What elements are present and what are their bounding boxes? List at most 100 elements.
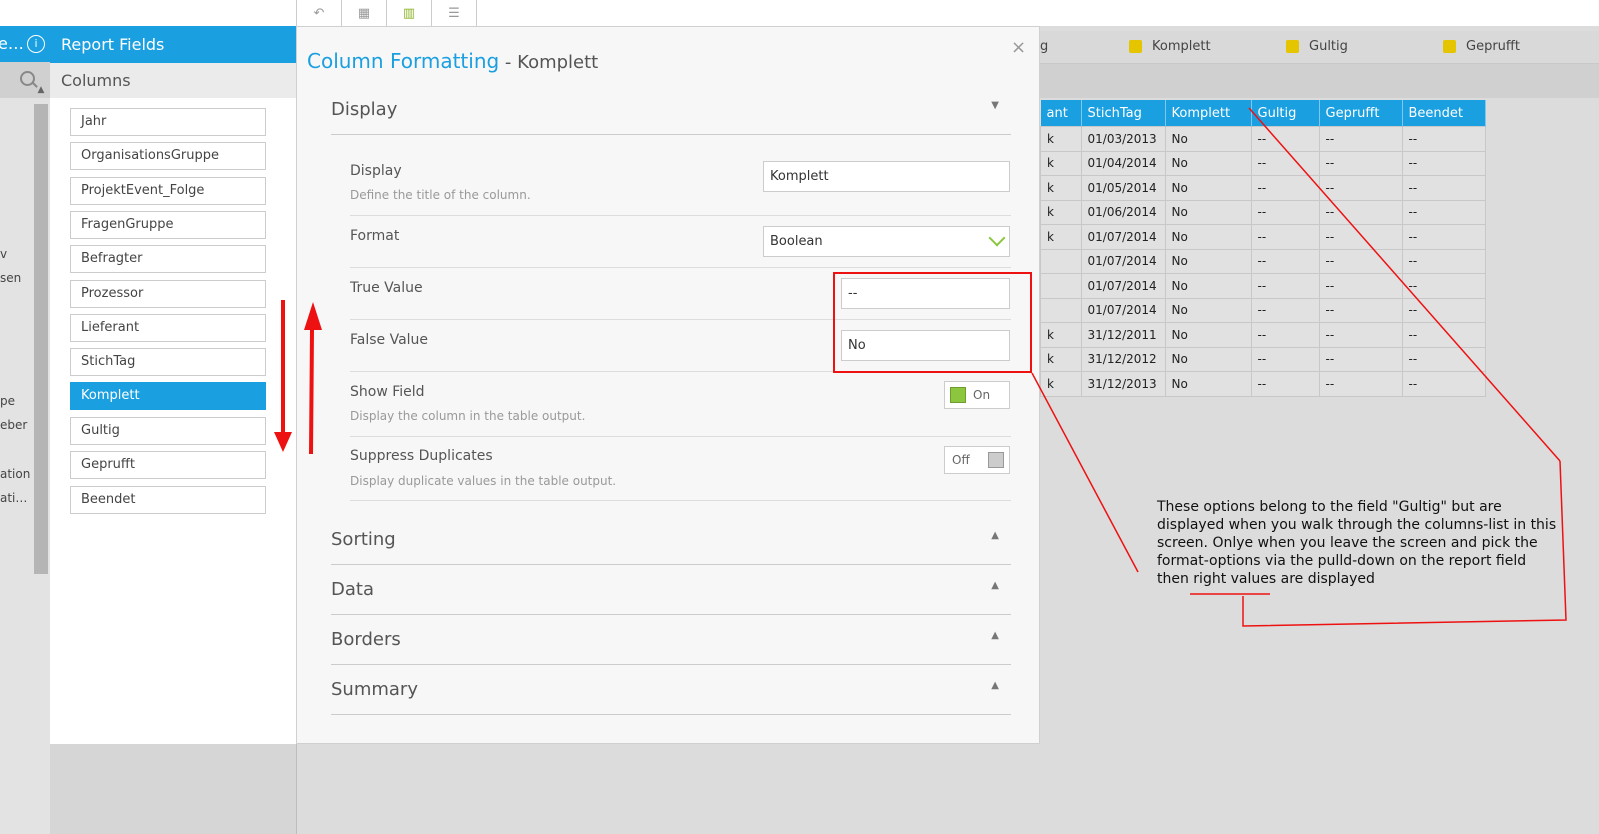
table-cell[interactable]: -- <box>1318 224 1403 250</box>
table-cell[interactable]: -- <box>1250 322 1320 348</box>
table-cell[interactable]: -- <box>1250 175 1320 201</box>
table-cell[interactable]: No <box>1164 273 1252 299</box>
field-item-stichtag[interactable]: StichTag <box>70 348 266 376</box>
table-cell[interactable]: -- <box>1318 150 1403 176</box>
field-item-lieferant[interactable]: Lieferant <box>70 314 266 342</box>
section-data[interactable]: Data ▲ <box>331 565 1011 615</box>
table-cell[interactable] <box>1040 248 1082 274</box>
table-cell[interactable]: -- <box>1318 273 1403 299</box>
field-item-befragter[interactable]: Befragter <box>70 245 266 273</box>
field-item-prozessor[interactable]: Prozessor <box>70 280 266 308</box>
table-cell[interactable]: -- <box>1401 322 1486 348</box>
field-item-fragengruppe[interactable]: FragenGruppe <box>70 211 266 239</box>
field-item-projektevent-folge[interactable]: ProjektEvent_Folge <box>70 177 266 205</box>
table-cell[interactable]: -- <box>1401 248 1486 274</box>
info-icon[interactable]: i <box>27 35 45 53</box>
field-item-jahr[interactable]: Jahr <box>70 108 266 136</box>
table-cell[interactable]: 01/03/2013 <box>1080 126 1166 152</box>
column-header[interactable]: ant <box>1040 100 1082 127</box>
table-cell[interactable]: 31/12/2013 <box>1080 371 1166 397</box>
table-cell[interactable]: -- <box>1401 150 1486 176</box>
section-summary[interactable]: Summary ▲ <box>331 665 1011 715</box>
table-cell[interactable]: No <box>1164 224 1252 250</box>
field-item-gultig[interactable]: Gultig <box>70 417 266 445</box>
table-cell[interactable]: -- <box>1401 297 1486 323</box>
table-cell[interactable]: 01/07/2014 <box>1080 273 1166 299</box>
table-cell[interactable]: -- <box>1250 199 1320 225</box>
table-cell[interactable]: -- <box>1401 126 1486 152</box>
table-cell[interactable] <box>1040 273 1082 299</box>
field-item-komplett[interactable]: Komplett <box>70 382 266 410</box>
table-cell[interactable]: -- <box>1250 224 1320 250</box>
table-cell[interactable]: No <box>1164 371 1252 397</box>
show-field-toggle[interactable]: On <box>944 381 1010 409</box>
table-cell[interactable]: 01/07/2014 <box>1080 248 1166 274</box>
table-cell[interactable]: 31/12/2011 <box>1080 322 1166 348</box>
undo-button[interactable]: ↶ <box>296 0 342 26</box>
field-item-organisationsgruppe[interactable]: OrganisationsGruppe <box>70 142 266 170</box>
column-header[interactable]: Geprufft <box>1319 100 1403 127</box>
scroll-up-icon[interactable]: ▲ <box>34 80 48 100</box>
table-cell[interactable]: 01/04/2014 <box>1080 150 1166 176</box>
table-cell[interactable]: -- <box>1318 126 1403 152</box>
table-cell[interactable]: 01/05/2014 <box>1080 175 1166 201</box>
table-cell[interactable]: 01/07/2014 <box>1080 224 1166 250</box>
table-cell[interactable]: -- <box>1250 346 1320 372</box>
table-cell[interactable]: -- <box>1318 175 1403 201</box>
table-cell[interactable]: -- <box>1401 224 1486 250</box>
table-cell[interactable]: 01/07/2014 <box>1080 297 1166 323</box>
columns-header[interactable]: Columns <box>50 63 296 98</box>
table-cell[interactable]: -- <box>1250 150 1320 176</box>
table-cell[interactable]: -- <box>1250 297 1320 323</box>
table-cell[interactable]: -- <box>1250 273 1320 299</box>
table-cell[interactable]: -- <box>1318 346 1403 372</box>
format-select[interactable]: Boolean <box>763 226 1010 257</box>
table-cell[interactable]: -- <box>1318 248 1403 274</box>
table-cell[interactable]: No <box>1164 322 1252 348</box>
table-view-button[interactable]: ▦ <box>341 0 387 26</box>
column-header[interactable]: StichTag <box>1081 100 1166 127</box>
table-cell[interactable]: k <box>1040 126 1082 152</box>
table-cell[interactable]: No <box>1164 150 1252 176</box>
field-item-beendet[interactable]: Beendet <box>70 486 266 514</box>
table-cell[interactable]: k <box>1040 371 1082 397</box>
table-cell[interactable]: -- <box>1318 322 1403 348</box>
layout-button[interactable]: ▥ <box>386 0 432 26</box>
table-cell[interactable]: -- <box>1401 371 1486 397</box>
table-cell[interactable]: k <box>1040 224 1082 250</box>
table-cell[interactable]: -- <box>1250 126 1320 152</box>
column-header[interactable]: Beendet <box>1402 100 1486 127</box>
table-cell[interactable]: No <box>1164 126 1252 152</box>
table-cell[interactable]: No <box>1164 175 1252 201</box>
table-cell[interactable]: -- <box>1318 297 1403 323</box>
list-button[interactable]: ☰ <box>431 0 477 26</box>
column-header[interactable]: Gultig <box>1251 100 1320 127</box>
table-cell[interactable]: -- <box>1318 199 1403 225</box>
table-cell[interactable]: -- <box>1318 371 1403 397</box>
table-cell[interactable]: -- <box>1401 273 1486 299</box>
section-display[interactable]: Display ▼ <box>331 85 1011 135</box>
table-cell[interactable]: k <box>1040 322 1082 348</box>
table-cell[interactable]: No <box>1164 297 1252 323</box>
search-icon[interactable] <box>20 71 35 86</box>
column-header[interactable]: Komplett <box>1165 100 1252 127</box>
table-cell[interactable]: k <box>1040 150 1082 176</box>
section-sorting[interactable]: Sorting ▲ <box>331 515 1011 565</box>
table-cell[interactable]: k <box>1040 199 1082 225</box>
table-cell[interactable]: k <box>1040 175 1082 201</box>
table-cell[interactable]: 31/12/2012 <box>1080 346 1166 372</box>
suppress-toggle[interactable]: Off <box>944 446 1010 474</box>
field-item-geprufft[interactable]: Geprufft <box>70 451 266 479</box>
section-borders[interactable]: Borders ▲ <box>331 615 1011 665</box>
close-icon[interactable]: × <box>1011 37 1026 58</box>
table-cell[interactable]: -- <box>1401 175 1486 201</box>
table-cell[interactable] <box>1040 297 1082 323</box>
table-cell[interactable]: No <box>1164 248 1252 274</box>
table-cell[interactable]: No <box>1164 346 1252 372</box>
table-cell[interactable]: -- <box>1250 371 1320 397</box>
table-cell[interactable]: -- <box>1401 346 1486 372</box>
table-cell[interactable]: 01/06/2014 <box>1080 199 1166 225</box>
table-cell[interactable]: k <box>1040 346 1082 372</box>
table-cell[interactable]: -- <box>1401 199 1486 225</box>
sidebar-scrollbar[interactable] <box>34 104 48 574</box>
